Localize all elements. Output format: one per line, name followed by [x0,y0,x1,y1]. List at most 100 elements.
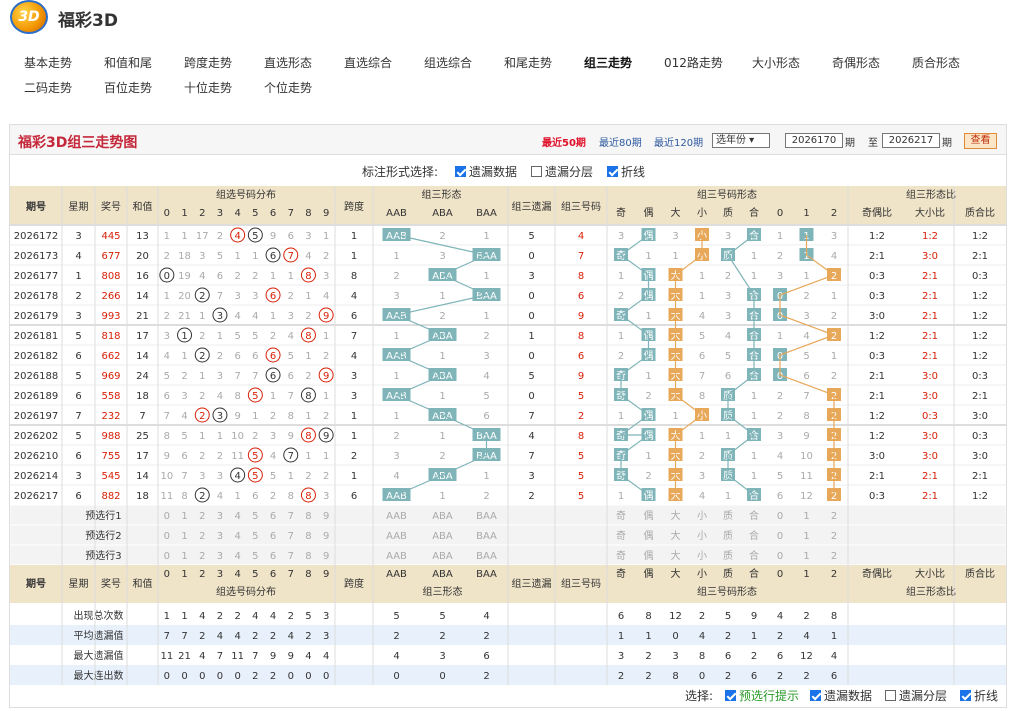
cell-form: 2 [439,231,445,242]
checkbox-icon[interactable] [455,166,466,177]
cell-digit: 1 [323,331,329,342]
cell-digit: 9 [234,411,240,422]
checkbox-icon[interactable] [885,690,896,701]
stats-digit: 4 [270,611,276,622]
cell-digit: 5 [252,331,258,342]
range-80-link[interactable]: 最近80期 [599,134,642,149]
footer-form: 组三形态 [423,585,463,598]
header-digit: 3 [217,208,223,219]
nav-link[interactable]: 百位走势 [104,79,152,96]
preselect-shape: 合 [749,549,759,562]
option-checkbox[interactable]: 遗漏分层 [531,163,593,180]
nav-link[interactable]: 十位走势 [184,79,232,96]
cell-shape: 11 [800,471,813,482]
option-checkbox[interactable]: 折线 [960,687,998,704]
nav-link[interactable]: 直选形态 [264,54,312,71]
option-checkbox[interactable]: 遗漏数据 [810,687,872,704]
cell-ratio: 2:1 [869,251,885,262]
nav-link[interactable]: 012路走势 [664,54,723,71]
header-digit: 0 [164,208,170,219]
nav-link[interactable]: 个位走势 [264,79,312,96]
range-120-link[interactable]: 最近120期 [654,134,703,149]
cell-shape: 1 [777,331,783,342]
cell-weekday: 5 [75,331,81,342]
preselect-digit: 1 [181,531,187,542]
checkbox-icon[interactable] [607,166,618,177]
cell-shape: 6 [725,371,731,382]
cell-num: 6 [578,351,584,362]
cell-prize: 988 [101,431,120,442]
footer-dist: 组选号码分布 [216,585,276,598]
stats-digit: 1 [181,611,187,622]
to-period-input[interactable]: 2026217 [882,133,940,148]
cell-ratio: 3:0 [869,311,885,322]
nav-link[interactable]: 组选综合 [424,54,472,71]
checkbox-icon[interactable] [960,690,971,701]
cell-digit: 9 [164,451,170,462]
stats-shape: 8 [699,651,705,662]
options-label: 标注形式选择: [362,165,439,179]
nav-link[interactable]: 大小形态 [752,54,800,71]
checkbox-icon[interactable] [810,690,821,701]
nav-link[interactable]: 二码走势 [24,79,72,96]
view-button[interactable]: 查看 [964,133,997,149]
nav-link[interactable]: 奇偶形态 [832,54,880,71]
cell-shape: 10 [800,451,813,462]
cell-ratio: 2:1 [869,371,885,382]
option-checkbox[interactable]: 预选行提示 [725,687,799,704]
header-digit: 7 [288,208,294,219]
nav-link[interactable]: 基本走势 [24,54,72,71]
cell-ratio: 2:1 [922,271,938,282]
cell-shape: 1 [751,391,757,402]
cell-shape: 8 [699,391,705,402]
stats-shape: 0 [672,631,678,642]
site-logo[interactable]: 3D [10,0,48,34]
stats-form: 6 [483,651,489,662]
preselect-form: AAB [386,551,407,562]
header-miss: 组三遗漏 [512,200,552,213]
header-shape-col: 小 [697,207,707,219]
range-50-link[interactable]: 最近50期 [542,134,586,149]
option-checkbox[interactable]: 遗漏分层 [885,687,947,704]
year-select[interactable]: 选年份 ▾ [712,133,770,148]
nav-link[interactable]: 直选综合 [344,54,392,71]
nav-link[interactable]: 和尾走势 [504,54,552,71]
nav-link[interactable]: 组三走势 [584,54,632,71]
cell-digit: 2 [305,311,311,322]
nav-link[interactable]: 跨度走势 [184,54,232,71]
preselect-digit: 6 [270,531,276,542]
cell-digit: 5 [234,331,240,342]
option-checkbox[interactable]: 折线 [607,163,645,180]
cell-digit: 3 [252,291,258,302]
footer-shape-col: 2 [831,569,837,580]
header-digit: 6 [270,208,276,219]
preselect-shape: 大 [671,549,681,562]
stats-digit: 7 [252,651,258,662]
preselect-digit: 1 [181,511,187,522]
cell-ratio: 2:1 [972,391,988,402]
cell-digit: 6 [252,351,258,362]
checkbox-icon[interactable] [725,690,736,701]
stats-label: 最大遗漏值 [74,649,124,662]
preselect-form: BAA [476,551,497,562]
trend-panel: 福彩3D组三走势图 最近50期 最近80期 最近120期 选年份 ▾ 20261… [9,124,1007,708]
cell-weekday: 6 [75,491,81,502]
cell-prize: 818 [101,331,120,342]
nav-link[interactable]: 和值和尾 [104,54,152,71]
cell-digit: 9 [288,431,294,442]
stats-shape: 1 [618,631,624,642]
footer-form-col: AAB [386,569,407,580]
cell-shape: 1 [751,451,757,462]
cell-num: 4 [578,231,584,242]
preselect-shape: 0 [777,551,783,562]
cell-miss: 2 [528,491,534,502]
footer-form-col: ABA [432,569,453,580]
cell-shape: 1 [672,251,678,262]
cell-digit-hit: 6 [270,251,276,262]
from-period-input[interactable]: 2026170 [785,133,843,148]
cell-shape: 4 [725,331,731,342]
checkbox-icon[interactable] [531,166,542,177]
nav-link[interactable]: 质合形态 [912,54,960,71]
option-checkbox[interactable]: 遗漏数据 [455,163,517,180]
cell-shape: 2 [645,391,651,402]
